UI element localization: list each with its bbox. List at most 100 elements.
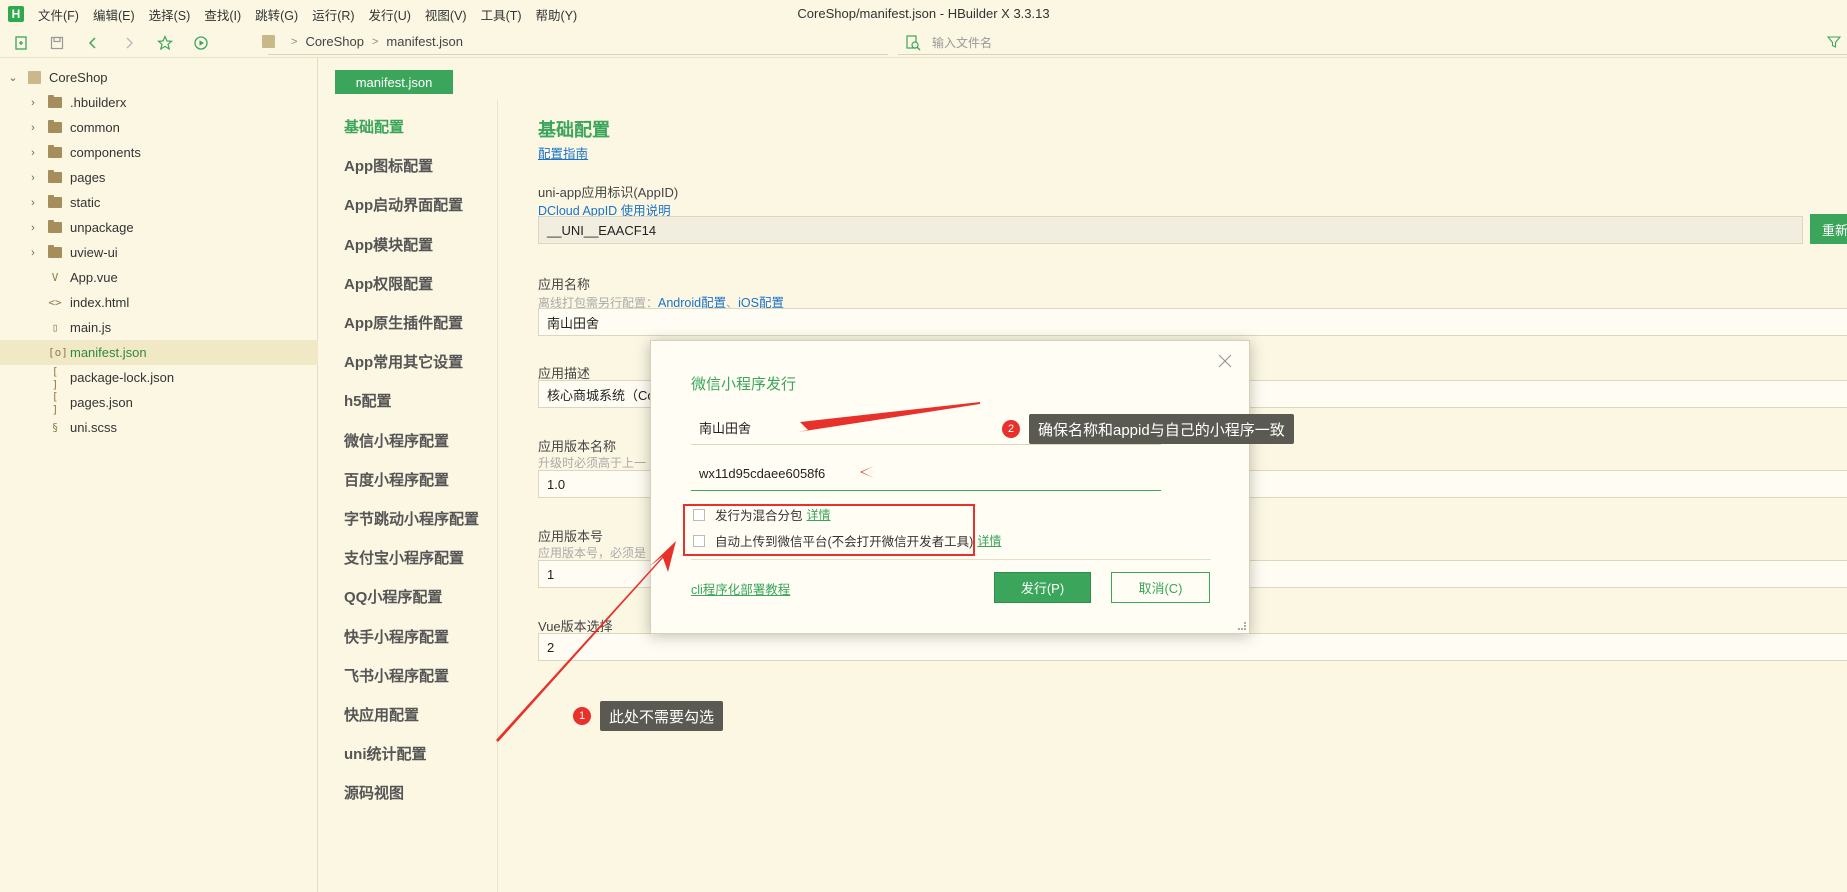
back-icon[interactable] xyxy=(84,34,102,52)
annotation-callout-2: 确保名称和appid与自己的小程序一致 xyxy=(1029,414,1294,444)
project-explorer: ⌄ CoreShop › .hbuilderx › common › components › p… xyxy=(0,58,318,892)
tree-item[interactable]: › components xyxy=(0,140,318,165)
chevron-right-icon[interactable]: › xyxy=(28,197,38,209)
nav-item[interactable]: 支付宝小程序配置 xyxy=(344,547,464,568)
forward-icon[interactable] xyxy=(120,34,138,52)
chevron-down-icon[interactable]: ⌄ xyxy=(8,71,18,84)
save-icon[interactable] xyxy=(48,34,66,52)
nav-item[interactable]: QQ小程序配置 xyxy=(344,586,442,607)
menu-tools[interactable]: 工具(T) xyxy=(481,5,522,24)
regenerate-appid-button[interactable]: 重新获 xyxy=(1810,214,1847,244)
tree-item[interactable]: ▯ main.js xyxy=(0,315,318,340)
star-icon[interactable] xyxy=(156,34,174,52)
folder-icon xyxy=(48,145,62,158)
app-name-field[interactable]: 南山田舍 xyxy=(538,308,1847,336)
tree-item-label: index.html xyxy=(70,295,130,310)
tree-item-label: .hbuilderx xyxy=(70,95,127,110)
folder-icon xyxy=(48,170,62,183)
nav-item[interactable]: App启动界面配置 xyxy=(344,194,463,215)
breadcrumb-project[interactable]: CoreShop xyxy=(305,34,364,49)
cli-deploy-tutorial-link[interactable]: cli程序化部署教程 xyxy=(691,579,790,598)
nav-item[interactable]: 字节跳动小程序配置 xyxy=(344,508,479,529)
chevron-right-icon[interactable]: › xyxy=(28,122,38,134)
run-icon[interactable] xyxy=(192,34,210,52)
nav-item[interactable]: 快手小程序配置 xyxy=(344,626,449,647)
tree-item[interactable]: › .hbuilderx xyxy=(0,90,318,115)
menu-goto[interactable]: 跳转(G) xyxy=(255,5,298,24)
nav-item[interactable]: h5配置 xyxy=(344,390,392,411)
tree-item[interactable]: [o] manifest.json xyxy=(0,340,318,365)
tree-item-label: common xyxy=(70,120,120,135)
folder-icon xyxy=(48,95,62,108)
resize-grip-icon[interactable] xyxy=(1238,622,1246,630)
breadcrumb-file[interactable]: manifest.json xyxy=(386,34,463,49)
version-name-hint: 升级时必须高于上一 xyxy=(538,456,647,470)
chevron-right-icon[interactable]: › xyxy=(28,172,38,184)
appid-field[interactable]: __UNI__EAACF14 xyxy=(538,216,1803,244)
config-guide-link[interactable]: 配置指南 xyxy=(538,143,588,162)
tree-item[interactable]: § uni.scss xyxy=(0,415,318,440)
auto-upload-details-link[interactable]: 详情 xyxy=(977,532,1001,549)
menu-select[interactable]: 选择(S) xyxy=(149,5,191,24)
nav-item[interactable]: App权限配置 xyxy=(344,273,433,294)
tree-item[interactable]: <> index.html xyxy=(0,290,318,315)
menu-run[interactable]: 运行(R) xyxy=(312,5,354,24)
nav-item[interactable]: 基础配置 xyxy=(344,116,404,137)
tree-item[interactable]: [ ] package-lock.json xyxy=(0,364,318,391)
tree-item-label: unpackage xyxy=(70,220,134,235)
annotation-highlight-box xyxy=(683,504,975,556)
nav-item[interactable]: 快应用配置 xyxy=(344,704,419,725)
nav-item[interactable]: 飞书小程序配置 xyxy=(344,665,449,686)
tree-item[interactable]: › unpackage xyxy=(0,215,318,240)
tree-item[interactable]: › uview-ui xyxy=(0,240,318,265)
miniprogram-appid-input[interactable]: wx11d95cdaee6058f6 xyxy=(691,457,1161,491)
tree-root-project[interactable]: ⌄ CoreShop xyxy=(0,65,318,90)
appid-label: uni-app应用标识(AppID) xyxy=(538,185,679,200)
filter-icon[interactable] xyxy=(1827,35,1841,49)
chevron-right-icon[interactable]: › xyxy=(28,247,38,259)
chevron-right-icon[interactable]: › xyxy=(28,147,38,159)
tree-item-label: pages.json xyxy=(70,395,133,410)
nav-item[interactable]: App原生插件配置 xyxy=(344,312,463,333)
chevron-right-icon[interactable]: › xyxy=(28,222,38,234)
annotation-badge-1: 1 xyxy=(573,707,591,725)
close-icon[interactable] xyxy=(1217,353,1233,369)
nav-item[interactable]: 源码视图 xyxy=(344,782,404,803)
tree-item-label: static xyxy=(70,195,101,210)
file-icon: V xyxy=(51,271,59,284)
file-icon: [ ] xyxy=(51,389,59,416)
nav-item[interactable]: App图标配置 xyxy=(344,155,433,176)
nav-item[interactable]: 微信小程序配置 xyxy=(344,430,449,451)
file-icon: [ ] xyxy=(51,364,59,391)
tree-item[interactable]: › common xyxy=(0,115,318,140)
menu-find[interactable]: 查找(I) xyxy=(204,5,241,24)
tree-item-label: package-lock.json xyxy=(70,370,175,385)
chevron-right-icon[interactable]: › xyxy=(28,97,38,109)
new-file-icon[interactable] xyxy=(12,34,30,52)
nav-item[interactable]: uni统计配置 xyxy=(344,743,427,764)
nav-item[interactable]: 百度小程序配置 xyxy=(344,469,449,490)
editor-tab-manifest[interactable]: manifest.json xyxy=(335,70,453,94)
tree-root-label: CoreShop xyxy=(49,70,108,85)
vue-version-select[interactable]: 2 xyxy=(538,633,1847,661)
breadcrumb-separator: > xyxy=(291,35,298,48)
annotation-callout-1: 此处不需要勾选 xyxy=(600,701,724,731)
hbuilder-logo-icon: H xyxy=(8,6,24,22)
publish-button[interactable]: 发行(P) xyxy=(994,572,1091,603)
tree-item[interactable]: [ ] pages.json xyxy=(0,389,318,416)
manifest-settings-nav: 基础配置 App图标配置 App启动界面配置 App模块配置 App权限配置 App原生插… xyxy=(318,100,498,892)
tree-item[interactable]: › pages xyxy=(0,165,318,190)
nav-item[interactable]: App常用其它设置 xyxy=(344,351,463,372)
tree-item-label: uview-ui xyxy=(70,245,118,260)
menu-view[interactable]: 视图(V) xyxy=(425,5,467,24)
file-search-input[interactable] xyxy=(932,35,1752,50)
menu-file[interactable]: 文件(F) xyxy=(38,5,79,24)
tree-item[interactable]: V App.vue xyxy=(0,265,318,290)
tree-item[interactable]: › static xyxy=(0,190,318,215)
nav-item[interactable]: App模块配置 xyxy=(344,234,433,255)
menu-publish[interactable]: 发行(U) xyxy=(369,5,411,24)
cancel-button[interactable]: 取消(C) xyxy=(1111,572,1210,603)
menu-edit[interactable]: 编辑(E) xyxy=(93,5,135,24)
file-icon: [o] xyxy=(48,346,68,359)
menu-help[interactable]: 帮助(Y) xyxy=(536,5,578,24)
